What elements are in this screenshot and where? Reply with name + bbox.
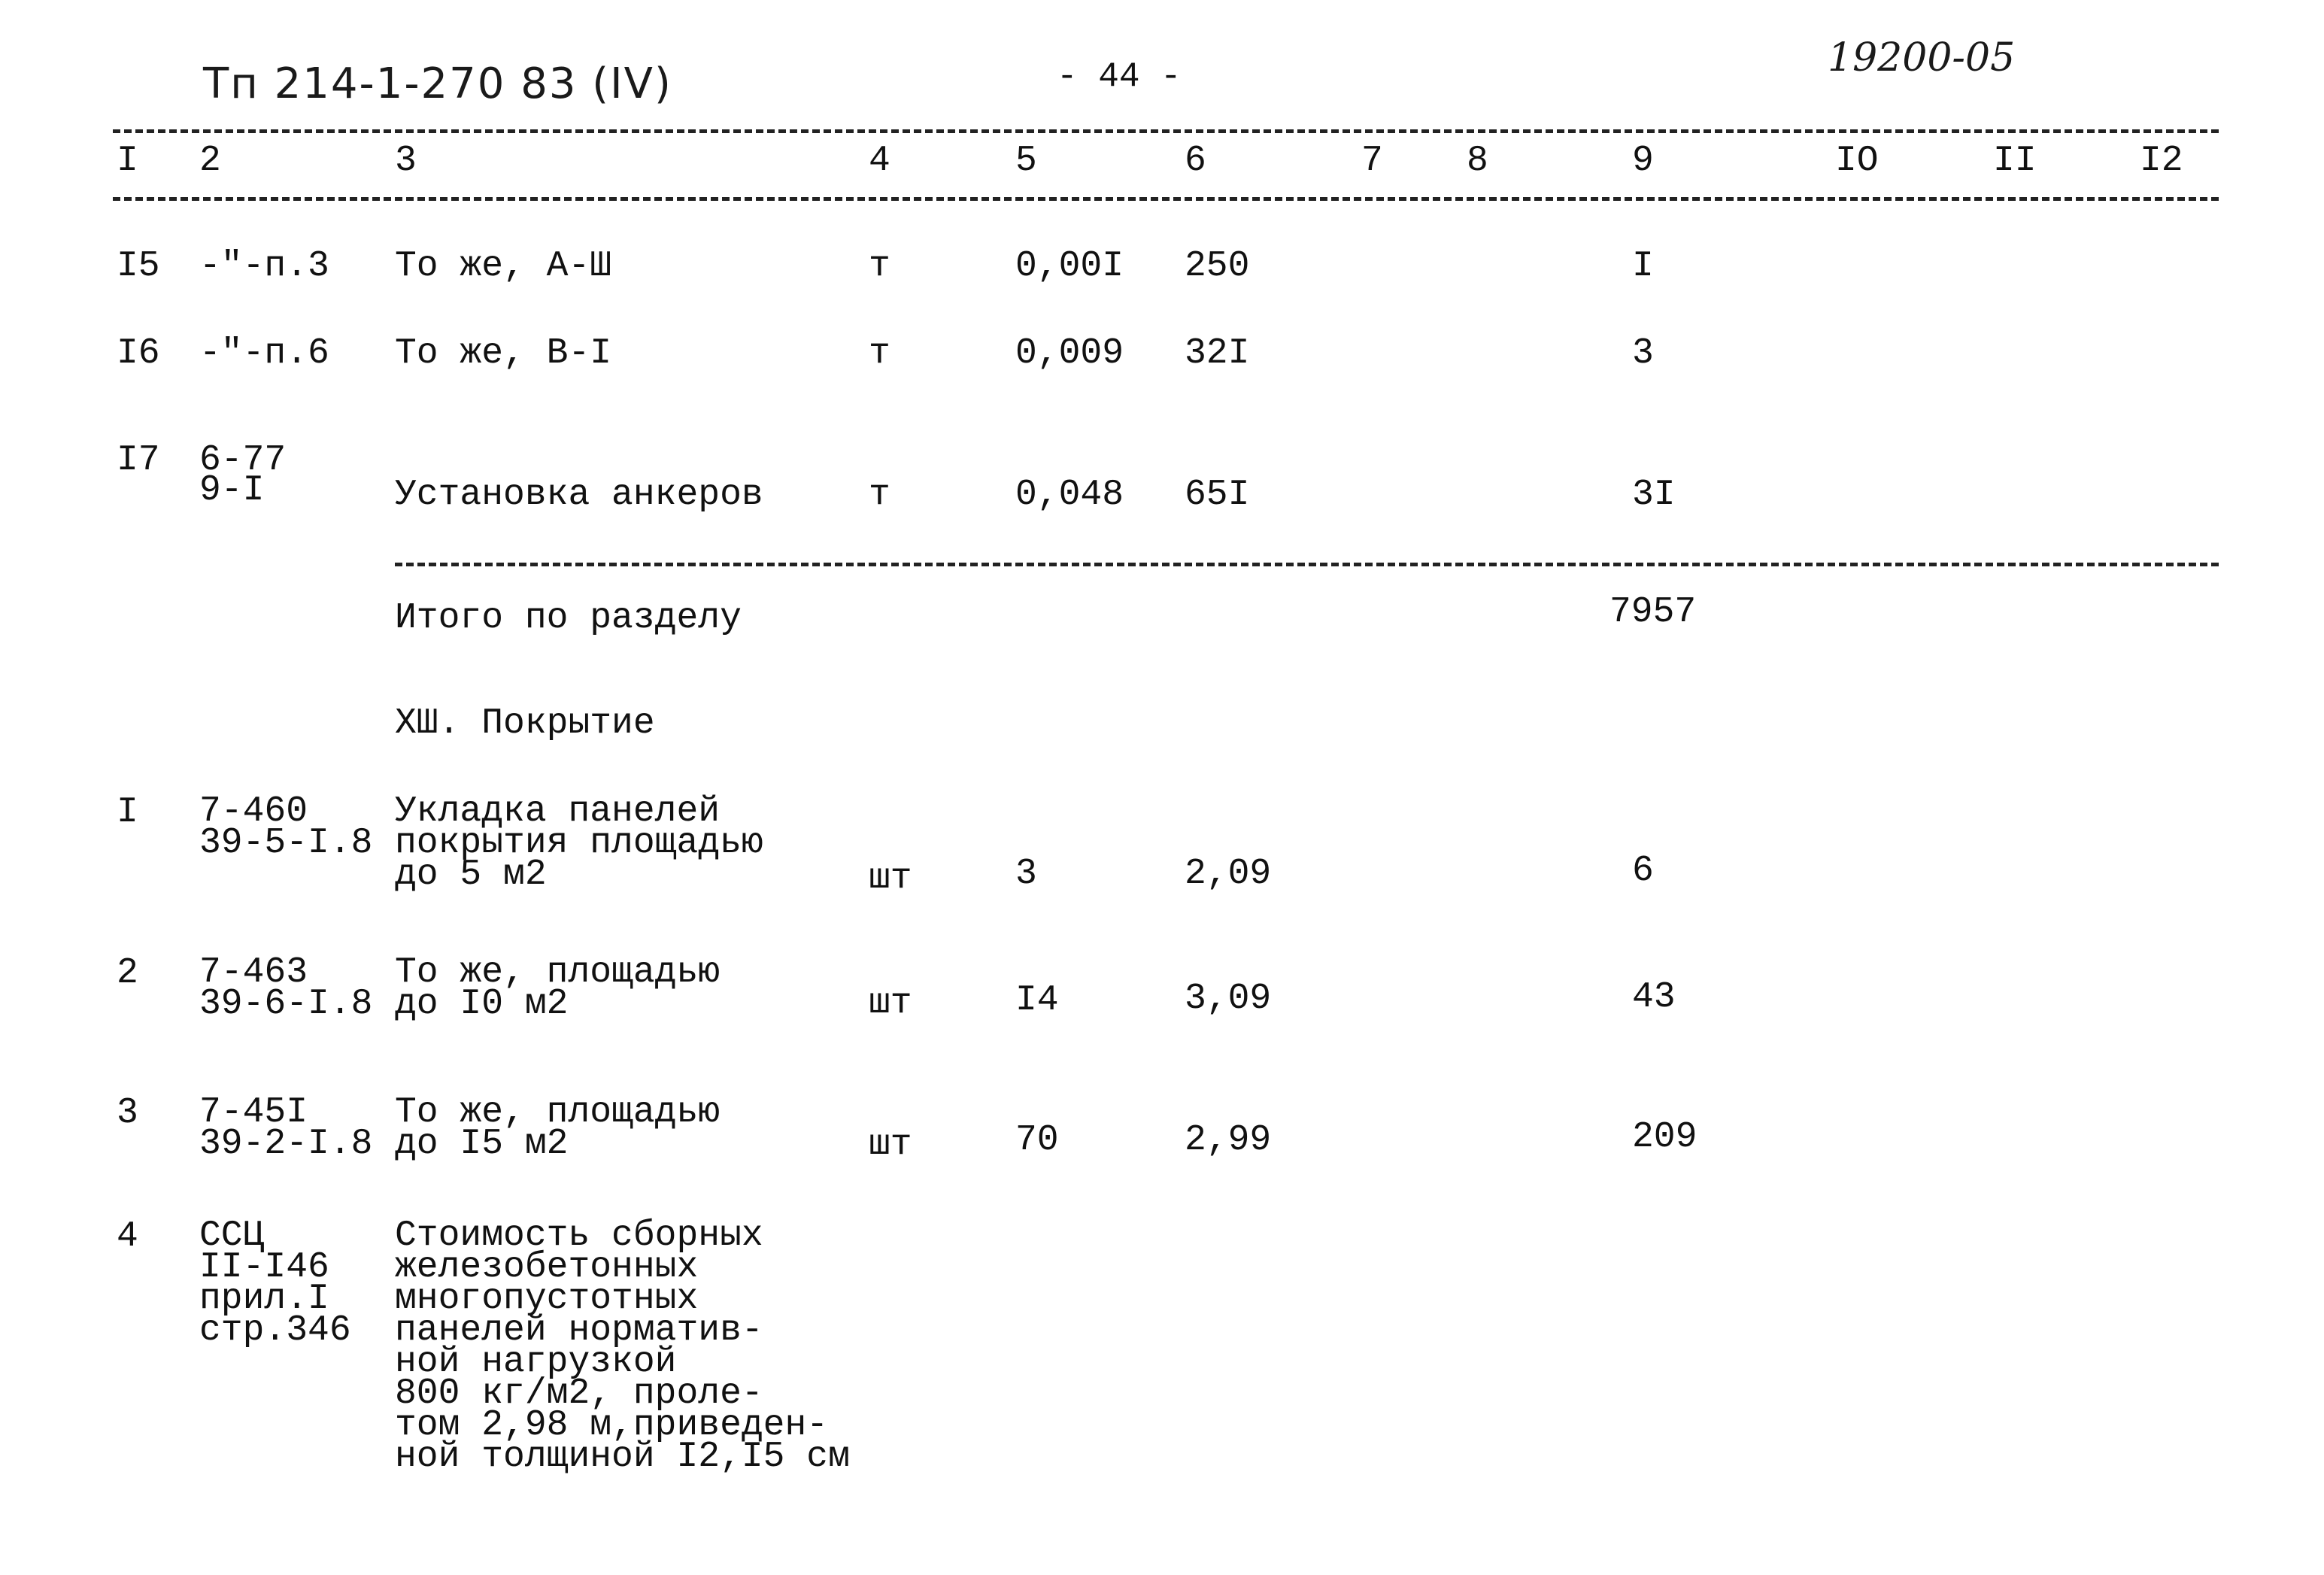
code-line: 39-6-I.8 (199, 984, 373, 1024)
row-name: Установка анкеров (395, 475, 763, 515)
archive-stamp: 19200-05 (1828, 35, 2016, 80)
row-number: I5 (117, 246, 160, 287)
row-name: То же, А-Ш (395, 246, 612, 287)
row-total: 43 (1632, 977, 1676, 1018)
row-number: 2 (117, 953, 138, 994)
row-price: 65I (1185, 475, 1250, 515)
col-header-4: 4 (869, 141, 890, 181)
row-name: То же, В-I (395, 333, 612, 374)
row-number: I (117, 792, 138, 833)
row-qty: 3 (1015, 854, 1037, 894)
header-top-rule (113, 129, 2219, 133)
row-unit: т (869, 333, 890, 374)
row-name: То же, площадью до I0 м2 (395, 954, 720, 1022)
row-name: Укладка панелей покрытия площадью до 5 м… (395, 794, 763, 893)
header-bottom-rule (113, 197, 2219, 201)
name-line: до 5 м2 (395, 854, 547, 895)
row-name: То же, площадью до I5 м2 (395, 1094, 720, 1162)
row-code: 7-460 39-5-I.8 (199, 794, 372, 861)
code-line: 39-2-I.8 (199, 1124, 373, 1164)
row-code: 7-463 39-6-I.8 (199, 954, 372, 1022)
col-header-1: I (117, 141, 138, 181)
row-unit: т (869, 475, 890, 515)
col-header-3: 3 (395, 141, 417, 181)
section-title: XШ. Покрытие (395, 703, 655, 744)
code-line: 39-5-I.8 (199, 823, 373, 863)
col-header-6: 6 (1185, 141, 1206, 181)
col-header-12: I2 (2140, 141, 2183, 181)
row-price: 2,99 (1185, 1120, 1272, 1161)
col-header-10: IO (1835, 141, 1879, 181)
row-code-line-2: 9-I (199, 470, 265, 511)
code-line: стр.346 (199, 1310, 351, 1351)
row-unit: т (869, 246, 890, 287)
row-qty: 0,00I (1015, 246, 1124, 287)
row-total: 209 (1632, 1117, 1697, 1158)
col-header-9: 9 (1632, 141, 1654, 181)
row-price: 2,09 (1185, 854, 1272, 894)
row-qty: I4 (1015, 980, 1059, 1021)
row-number: I6 (117, 333, 160, 374)
row-price: 3,09 (1185, 979, 1272, 1019)
row-qty: 0,009 (1015, 333, 1124, 374)
col-header-7: 7 (1361, 141, 1383, 181)
row-total: 6 (1632, 851, 1654, 891)
row-code: -"-п.6 (199, 333, 329, 374)
col-header-8: 8 (1467, 141, 1488, 181)
page-number: - 44 - (1057, 57, 1182, 96)
row-unit: шт (869, 983, 912, 1024)
name-line: до I0 м2 (395, 984, 569, 1024)
row-number: I7 (117, 440, 160, 481)
col-header-2: 2 (199, 141, 221, 181)
name-line: ной толщиной I2,I5 см (395, 1437, 850, 1477)
col-header-11: II (1993, 141, 2037, 181)
row-total: 3I (1632, 475, 1676, 515)
row-unit: шт (869, 858, 912, 899)
row-unit: шт (869, 1124, 912, 1165)
row-number: 4 (117, 1216, 138, 1257)
row-price: 250 (1185, 246, 1250, 287)
name-line: до I5 м2 (395, 1124, 569, 1164)
col-header-5: 5 (1015, 141, 1037, 181)
row-code: ССЦ II-I46 прил.I стр.346 (199, 1218, 351, 1349)
row-qty: 0,048 (1015, 475, 1124, 515)
row-total: 3 (1632, 333, 1654, 374)
row-code: 7-45I 39-2-I.8 (199, 1094, 372, 1162)
subtotal-rule (395, 563, 2219, 566)
section-total-value: 7957 (1610, 592, 1697, 633)
row-price: 32I (1185, 333, 1250, 374)
section-total-label: Итого по разделу (395, 598, 742, 639)
row-total: I (1632, 246, 1654, 287)
document-code: Тп 214-1-270 83 (IV) (203, 59, 672, 108)
row-qty: 70 (1015, 1120, 1059, 1161)
row-number: 3 (117, 1093, 138, 1133)
row-name: Стоимость сборных железобетонных многопу… (395, 1218, 850, 1475)
row-code: -"-п.3 (199, 246, 329, 287)
